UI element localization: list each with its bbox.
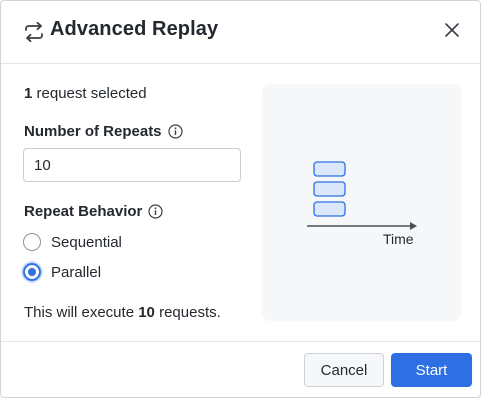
info-icon[interactable] — [148, 204, 163, 219]
dialog-footer: Cancel Start — [1, 341, 480, 398]
advanced-replay-dialog: Advanced Replay 1 request selected Numbe… — [0, 0, 481, 398]
start-button[interactable]: Start — [391, 353, 472, 387]
cancel-button[interactable]: Cancel — [304, 353, 384, 387]
selection-summary: 1 request selected — [24, 85, 147, 102]
selection-suffix: request selected — [32, 85, 147, 102]
summary-count: 10 — [138, 304, 155, 321]
request-block — [313, 201, 346, 217]
sequential-label: Sequential — [51, 233, 122, 251]
repeats-label: Number of Repeats — [24, 123, 162, 140]
parallel-label: Parallel — [51, 263, 102, 281]
repeats-label-row: Number of Repeats — [24, 123, 183, 140]
radio-parallel[interactable]: Parallel — [23, 263, 101, 281]
summary-suffix: requests. — [154, 304, 221, 321]
request-block — [313, 161, 346, 177]
sequential-radio-button[interactable] — [23, 233, 41, 251]
parallel-radio-button[interactable] — [23, 263, 41, 281]
behavior-label-row: Repeat Behavior — [24, 203, 163, 220]
dialog-title: Advanced Replay — [50, 18, 219, 40]
dialog-body: 1 request selected Number of Repeats Rep… — [1, 64, 480, 341]
close-icon — [444, 22, 460, 43]
behavior-label: Repeat Behavior — [24, 203, 143, 220]
execution-summary: This will execute 10 requests. — [24, 304, 221, 321]
repeats-input[interactable] — [23, 148, 241, 182]
replay-arrows-icon — [23, 21, 45, 43]
request-block — [313, 181, 346, 197]
time-axis-label: Time — [383, 231, 414, 247]
dialog-header: Advanced Replay — [1, 1, 480, 64]
summary-prefix: This will execute — [24, 304, 139, 321]
radio-sequential[interactable]: Sequential — [23, 233, 122, 251]
info-icon[interactable] — [167, 124, 183, 139]
parallel-illustration: Time — [262, 84, 461, 321]
close-button[interactable] — [439, 19, 465, 45]
time-axis-arrowhead — [410, 222, 417, 230]
